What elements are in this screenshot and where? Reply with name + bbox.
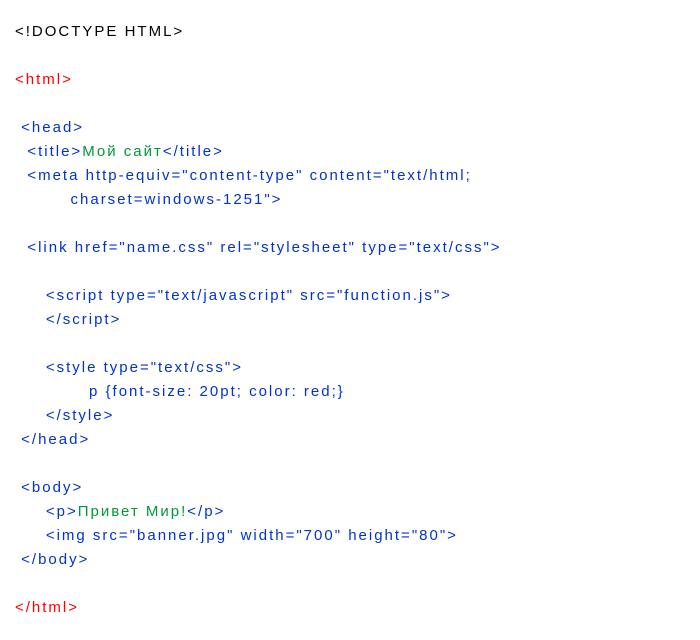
head-open: <head> bbox=[15, 116, 685, 140]
style-open: <style type="text/css"> bbox=[15, 356, 685, 380]
style-content: p {font-size: 20pt; color: red;} bbox=[15, 380, 685, 404]
body-open: <body> bbox=[15, 476, 685, 500]
script-open: <script type="text/javascript" src="func… bbox=[15, 284, 685, 308]
title-text: Мой сайт bbox=[82, 143, 163, 160]
title-line: <title>Мой сайт</title> bbox=[15, 140, 685, 164]
p-text: Привет Мир! bbox=[78, 503, 188, 520]
meta-line1: <meta http-equiv="content-type" content=… bbox=[15, 164, 685, 188]
p-open: <p> bbox=[15, 503, 78, 520]
link-line: <link href="name.css" rel="stylesheet" t… bbox=[15, 236, 685, 260]
doctype-line: <!DOCTYPE HTML> bbox=[15, 20, 685, 44]
html-open: <html> bbox=[15, 68, 685, 92]
code-block: <!DOCTYPE HTML> <html> <head> <title>Мой… bbox=[15, 20, 685, 620]
script-close: </script> bbox=[15, 308, 685, 332]
p-close: </p> bbox=[187, 503, 225, 520]
html-close: </html> bbox=[15, 596, 685, 620]
p-line: <p>Привет Мир!</p> bbox=[15, 500, 685, 524]
body-close: </body> bbox=[15, 548, 685, 572]
title-open: <title> bbox=[15, 143, 82, 160]
title-close: </title> bbox=[163, 143, 224, 160]
img-line: <img src="banner.jpg" width="700" height… bbox=[15, 524, 685, 548]
head-close: </head> bbox=[15, 428, 685, 452]
meta-line2: charset=windows-1251"> bbox=[15, 188, 685, 212]
style-close: </style> bbox=[15, 404, 685, 428]
